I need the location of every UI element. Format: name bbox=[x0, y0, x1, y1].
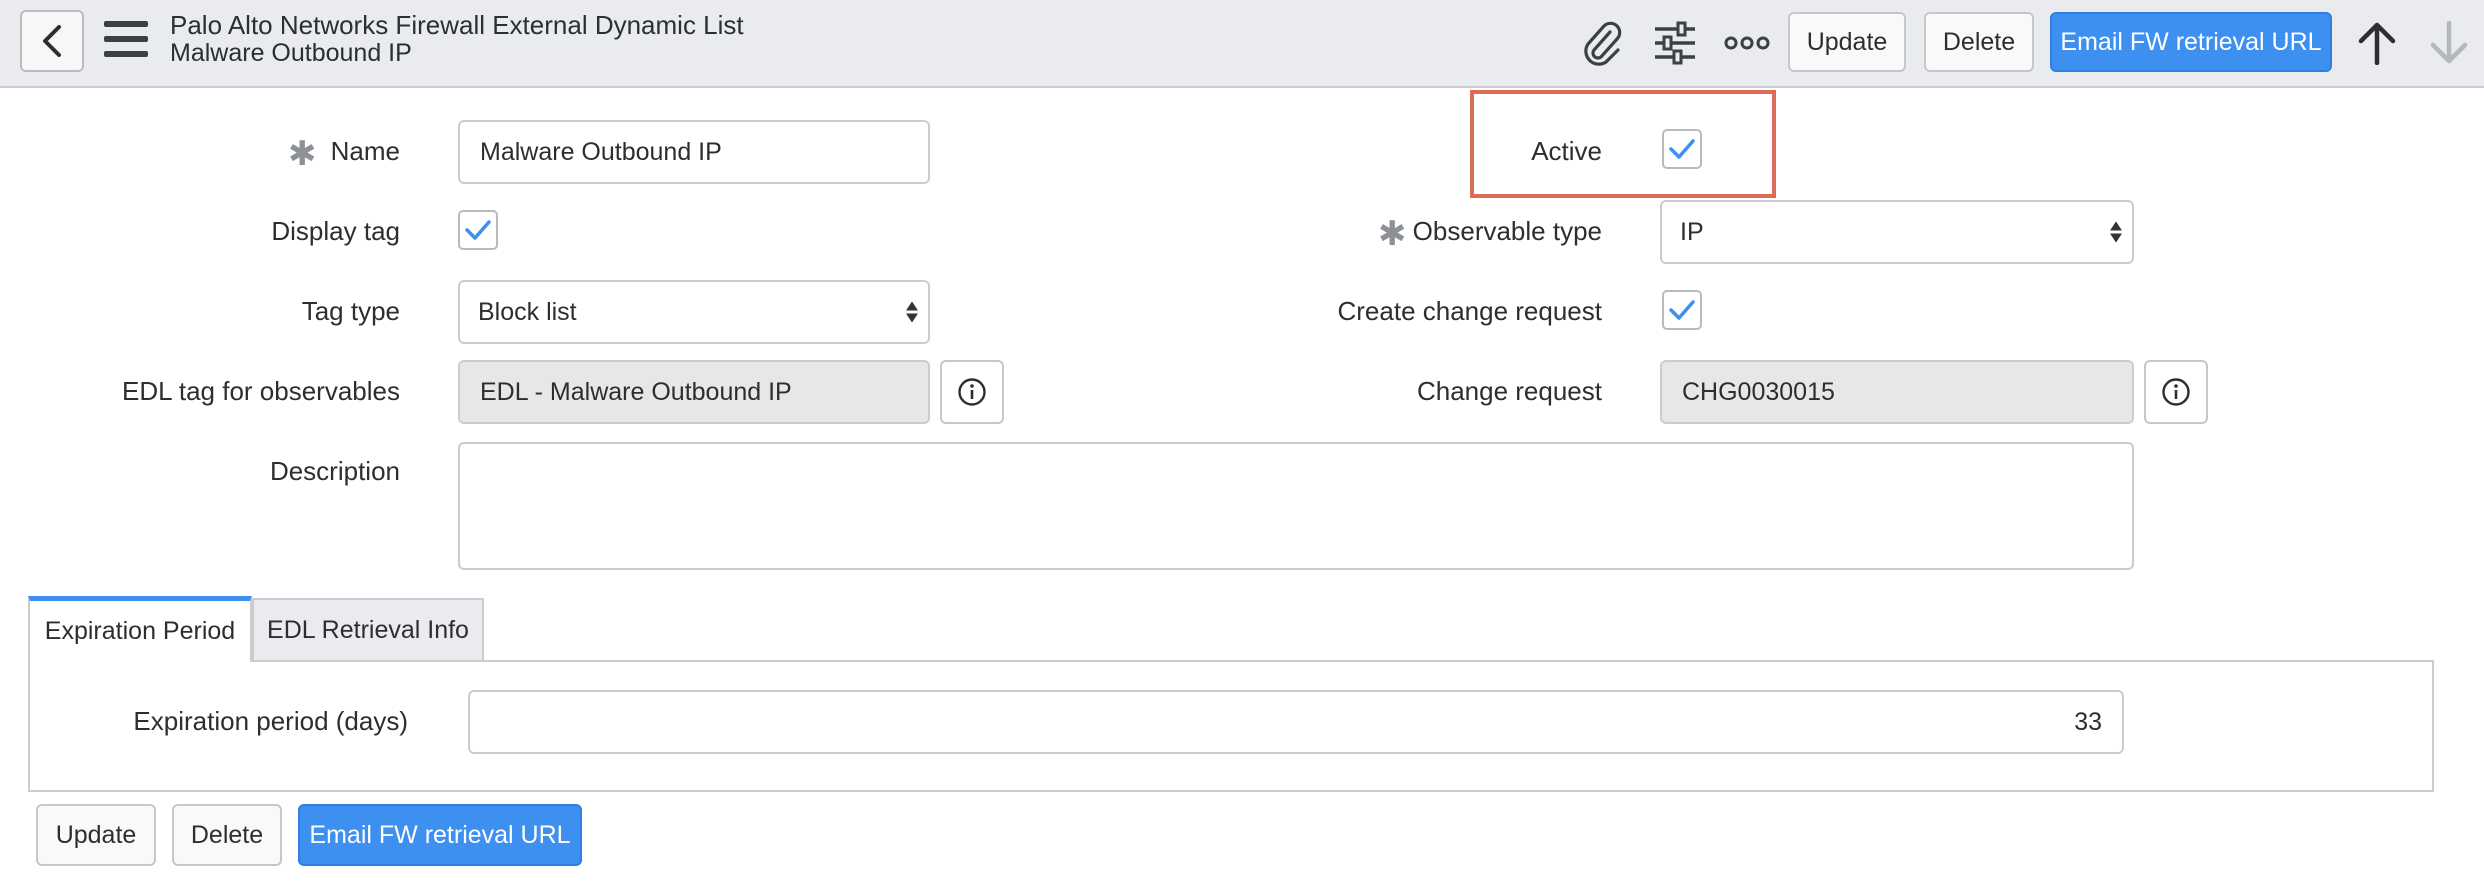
change-request-label: Change request bbox=[1416, 376, 1602, 406]
arrow-down-icon[interactable] bbox=[2424, 18, 2474, 68]
select-arrows-icon bbox=[2110, 221, 2122, 243]
email-fw-retrieval-url-button[interactable]: Email FW retrieval URL bbox=[2050, 12, 2332, 72]
tab-expiration-period[interactable]: Expiration Period bbox=[28, 596, 252, 662]
expiration-period-label: Expiration period (days) bbox=[133, 706, 408, 736]
arrow-up-icon[interactable] bbox=[2352, 18, 2402, 68]
tag-type-select[interactable]: Block list bbox=[458, 280, 930, 344]
observable-type-label: Observable type bbox=[1412, 216, 1602, 246]
footer-email-fw-retrieval-url-button[interactable]: Email FW retrieval URL bbox=[298, 804, 582, 866]
checkmark-icon bbox=[465, 220, 491, 240]
observable-type-value: IP bbox=[1680, 217, 1704, 246]
sliders-icon[interactable] bbox=[1650, 18, 1700, 68]
hamburger-menu-icon[interactable] bbox=[104, 21, 148, 57]
description-textarea[interactable] bbox=[458, 442, 2134, 570]
back-chevron-icon bbox=[43, 25, 61, 57]
edl-tag-info-button[interactable] bbox=[940, 360, 1004, 424]
more-options-icon[interactable] bbox=[1722, 18, 1772, 68]
observable-type-select[interactable]: IP bbox=[1660, 200, 2134, 264]
delete-button[interactable]: Delete bbox=[1924, 12, 2034, 72]
page-subtitle: Malware Outbound IP bbox=[170, 39, 412, 67]
checkmark-icon bbox=[1669, 139, 1695, 159]
change-request-input[interactable]: CHG0030015 bbox=[1660, 360, 2134, 424]
display-tag-checkbox[interactable] bbox=[458, 210, 498, 250]
paperclip-icon[interactable] bbox=[1576, 18, 1626, 68]
tab-edl-retrieval-info[interactable]: EDL Retrieval Info bbox=[252, 598, 484, 660]
form-header: Palo Alto Networks Firewall External Dyn… bbox=[0, 0, 2484, 88]
active-label: Active bbox=[1531, 136, 1602, 166]
checkmark-icon bbox=[1669, 300, 1695, 320]
footer-update-button[interactable]: Update bbox=[36, 804, 156, 866]
create-change-request-checkbox[interactable] bbox=[1662, 290, 1702, 330]
page-title: Palo Alto Networks Firewall External Dyn… bbox=[170, 10, 744, 40]
name-input[interactable]: Malware Outbound IP bbox=[458, 120, 930, 184]
info-icon bbox=[2162, 378, 2190, 406]
back-button[interactable] bbox=[20, 10, 84, 72]
active-checkbox[interactable] bbox=[1662, 129, 1702, 169]
edl-tag-input[interactable]: EDL - Malware Outbound IP bbox=[458, 360, 930, 424]
info-icon bbox=[958, 378, 986, 406]
tag-type-value: Block list bbox=[478, 297, 577, 326]
display-tag-label: Display tag bbox=[271, 216, 400, 246]
update-button[interactable]: Update bbox=[1788, 12, 1906, 72]
change-request-info-button[interactable] bbox=[2144, 360, 2208, 424]
expiration-period-input[interactable]: 33 bbox=[468, 690, 2124, 754]
description-label: Description bbox=[269, 456, 400, 486]
create-change-request-label: Create change request bbox=[1337, 296, 1602, 326]
name-label: Name bbox=[330, 136, 400, 166]
edl-tag-label: EDL tag for observables bbox=[122, 376, 400, 406]
select-arrows-icon bbox=[906, 301, 918, 323]
tag-type-label: Tag type bbox=[301, 296, 400, 326]
footer-delete-button[interactable]: Delete bbox=[172, 804, 282, 866]
